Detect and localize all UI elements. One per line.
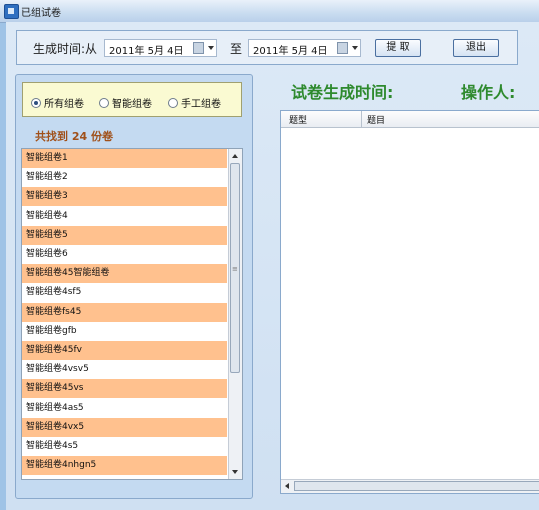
scrollbar-thumb[interactable] [294,481,539,491]
radio-icon[interactable] [99,98,109,108]
list-item[interactable]: 智能组卷1 [22,149,227,168]
radio-icon[interactable] [168,98,178,108]
list-item[interactable]: 智能组卷6 [22,245,227,264]
chevron-down-icon[interactable] [208,46,214,50]
fetch-button[interactable]: 提 取 [375,39,421,57]
result-count: 共找到 24 份卷 [35,130,113,143]
column-divider[interactable] [361,111,362,127]
operator-heading: 操作人: [461,83,516,102]
end-date-picker[interactable]: 2011年 5月 4日 [248,39,361,57]
from-label: 生成时间:从 [33,42,98,56]
end-date-value: 2011年 5月 4日 [253,46,328,57]
exit-button[interactable]: 退出 [453,39,499,57]
app-icon [4,4,19,19]
list-item[interactable]: 智能组卷4nhgn5 [22,456,227,476]
radio-smart[interactable]: 智能组卷 [99,95,152,110]
start-date-picker[interactable]: 2011年 5月 4日 [104,39,217,57]
list-item[interactable]: 智能组卷4vsv5 [22,360,227,379]
list-item[interactable]: 智能组卷fs45 [22,302,227,322]
scroll-up-icon[interactable] [232,154,238,158]
list-item[interactable]: 智能组卷2 [22,168,227,187]
filter-radio-group: 所有组卷 智能组卷 手工组卷 [22,82,242,117]
list-item[interactable]: 智能组卷4sf5 [22,283,227,302]
calendar-icon[interactable] [193,42,204,54]
vertical-scrollbar[interactable]: ≡ [228,149,242,479]
grip-icon: ≡ [232,265,238,273]
window-title: 已组试卷 [21,8,61,19]
paper-list-panel: 所有组卷 智能组卷 手工组卷 共找到 24 份卷 智能组卷1 智能组卷2 智能组卷3… [15,74,253,499]
list-item[interactable]: 智能组卷45vs [22,379,227,399]
column-header-type[interactable]: 题型 [289,113,307,126]
horizontal-scrollbar[interactable] [281,479,539,493]
grid-header: 题型 题目 [281,111,539,128]
list-item[interactable]: 智能组卷3 [22,187,227,207]
radio-all[interactable]: 所有组卷 [31,95,84,110]
list-item[interactable]: 智能组卷4 [22,207,227,226]
radio-selected-icon[interactable] [31,98,41,108]
scroll-down-icon[interactable] [232,470,238,474]
generation-time-heading: 试卷生成时间: [291,83,394,102]
list-item[interactable]: 智能组卷5 [22,225,227,245]
start-date-value: 2011年 5月 4日 [109,46,184,57]
column-header-question[interactable]: 题目 [367,113,385,126]
question-grid: 题型 题目 [280,110,539,494]
list-item[interactable]: 智能组卷4s5 [22,437,227,456]
paper-list: 智能组卷1 智能组卷2 智能组卷3 智能组卷4 智能组卷5 智能组卷6 智能组卷45智能组卷… [21,148,243,480]
date-filter-bar: 生成时间:从 2011年 5月 4日 至 2011年 5月 4日 提 取 退出 [16,30,518,65]
title-bar: 已组试卷 [0,0,539,23]
list-item[interactable]: 智能组卷45fv [22,341,227,360]
main-window: 生成时间:从 2011年 5月 4日 至 2011年 5月 4日 提 取 退出 … [6,22,539,510]
radio-smart-label: 智能组卷 [112,99,152,110]
to-label: 至 [230,42,243,56]
list-item[interactable]: 智能组卷4as5 [22,399,227,418]
radio-manual[interactable]: 手工组卷 [168,95,221,110]
radio-all-label: 所有组卷 [44,99,84,110]
radio-manual-label: 手工组卷 [181,99,221,110]
list-item[interactable]: 智能组卷45智能组卷 [22,264,227,284]
scroll-left-icon[interactable] [285,483,289,489]
list-item[interactable]: 智能组卷4vx5 [22,417,227,437]
chevron-down-icon[interactable] [352,46,358,50]
list-item[interactable]: 智能组卷gfb [22,322,227,341]
calendar-icon[interactable] [337,42,348,54]
